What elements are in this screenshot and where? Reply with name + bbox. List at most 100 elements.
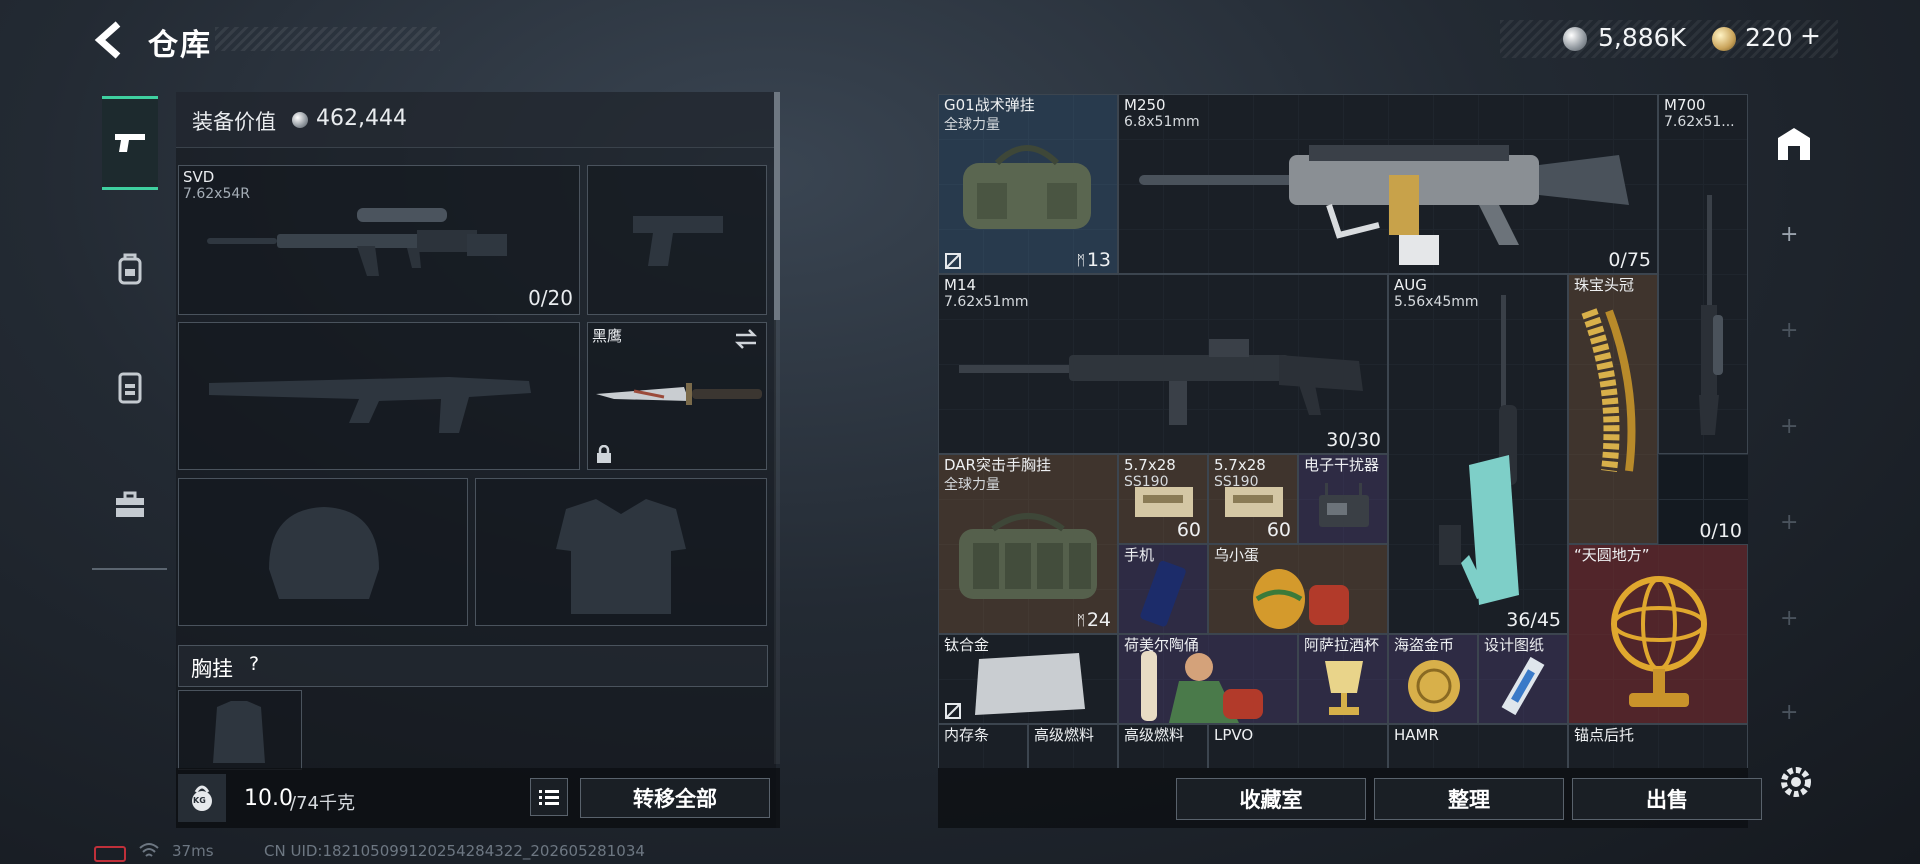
warehouse-icon[interactable] <box>1774 124 1814 164</box>
stash-item-crown[interactable]: 珠宝头冠 <box>1568 274 1658 544</box>
tab-safebox[interactable] <box>102 458 158 552</box>
jammer-icon <box>1319 483 1369 527</box>
stash-item-ammo-1[interactable]: 5.7x28 SS190 60 <box>1118 454 1208 544</box>
item-name: M250 <box>1124 96 1166 114</box>
tab-weapons[interactable] <box>102 96 158 190</box>
armor-slot[interactable] <box>475 478 767 626</box>
page-slot-icon[interactable]: + <box>1780 318 1798 343</box>
armor-placeholder-icon <box>556 499 686 614</box>
silver-coin-icon <box>292 112 308 128</box>
add-page-button[interactable]: + <box>1780 222 1798 247</box>
back-arrow-icon[interactable] <box>92 20 126 60</box>
backpack-icon <box>118 253 142 285</box>
item-name: HAMR <box>1394 726 1439 744</box>
weight-icon: KG <box>178 774 226 822</box>
item-count: 60 <box>1176 519 1201 541</box>
item-name: 锚点后托 <box>1574 726 1635 744</box>
item-name: 海盗金币 <box>1394 636 1455 654</box>
ammo-box-icon <box>1225 487 1283 517</box>
item-name: 高级燃料 <box>1124 726 1185 744</box>
helmet-placeholder-icon <box>269 507 379 599</box>
lock-icon <box>597 445 611 463</box>
stash-item-egg[interactable]: 乌小蛋 <box>1208 544 1388 634</box>
titanium-plate-icon <box>975 653 1085 715</box>
stash-item-coin[interactable]: 海盗金币 <box>1388 634 1478 724</box>
item-count: 30/30 <box>1326 429 1381 451</box>
silver-amount: 5,886K <box>1598 23 1686 52</box>
briefcase-icon <box>116 491 144 517</box>
tab-backpack[interactable] <box>102 222 158 316</box>
primary-weapon-slot[interactable]: SVD 7.62x54R 0/20 <box>178 165 580 315</box>
stash-item-aug[interactable]: AUG 5.56x45mm 36/45 <box>1388 274 1568 634</box>
stash-item-dar[interactable]: DAR突击手胸挂 全球力量 ᛗ 24 <box>938 454 1118 634</box>
stash-item-m700[interactable]: M700 7.62x51... <box>1658 94 1748 454</box>
ammo-box-icon <box>1135 487 1193 517</box>
stash-item-lpvo[interactable]: LPVO <box>1208 724 1388 768</box>
ping-text: 37ms <box>172 842 214 860</box>
swap-icon[interactable] <box>734 329 758 349</box>
silver-coin-icon <box>1563 27 1587 51</box>
stash-item-mount[interactable]: 锚点后托 <box>1568 724 1748 768</box>
stash-item-armillary[interactable]: “天圆地方” <box>1568 544 1748 724</box>
battery-icon <box>94 846 126 862</box>
weight-current: 10.0 <box>244 786 293 811</box>
vest-icon <box>118 372 142 404</box>
pistol-icon <box>115 134 145 152</box>
aug-rifle-icon <box>1439 295 1519 605</box>
item-count: 36/45 <box>1506 609 1561 631</box>
stash-item-m250[interactable]: M250 6.8x51mm 0/75 <box>1118 94 1658 274</box>
gold-coin-icon <box>1408 660 1460 712</box>
equipment-value-label: 装备价值 <box>192 110 276 134</box>
list-icon <box>539 790 559 805</box>
stash-item-g01[interactable]: G01战术弹挂 全球力量 ᛗ 13 <box>938 94 1118 274</box>
chest-rig-slot[interactable] <box>178 690 302 770</box>
stack-icon: ᛗ <box>1076 253 1085 269</box>
stash-grid[interactable]: G01战术弹挂 全球力量 ᛗ 13 M250 6.8x51mm 0/75 M70 <box>938 94 1748 768</box>
blueprint-icon <box>1501 657 1545 715</box>
item-name: G01战术弹挂 <box>944 96 1035 114</box>
collection-room-button[interactable]: 收藏室 <box>1176 778 1366 820</box>
stash-item-fuel-2[interactable]: 高级燃料 <box>1118 724 1208 768</box>
item-sub: 7.62x51... <box>1664 114 1735 130</box>
stash-item-ram[interactable]: 内存条 <box>938 724 1028 768</box>
secondary-weapon-slot[interactable] <box>178 322 580 470</box>
add-currency-button[interactable]: + <box>1800 21 1821 50</box>
gold-amount: 220 <box>1745 23 1793 52</box>
stack-icon: ᛗ <box>1076 613 1085 629</box>
helmet-slot[interactable] <box>178 478 468 626</box>
gear-icon[interactable] <box>1774 760 1818 804</box>
m700-overflow: 0/10 <box>1658 454 1748 544</box>
transfer-all-button[interactable]: 转移全部 <box>580 778 770 818</box>
stash-item-ammo-2[interactable]: 5.7x28 SS190 60 <box>1208 454 1298 544</box>
tab-chest-rig[interactable] <box>102 340 158 434</box>
melee-name: 黑鹰 <box>592 327 623 345</box>
stash-item-fuel-1[interactable]: 高级燃料 <box>1028 724 1118 768</box>
sort-button[interactable]: 整理 <box>1374 778 1564 820</box>
knife-icon <box>596 383 762 405</box>
page-slot-icon[interactable]: + <box>1780 700 1798 725</box>
item-name: “天圆地方” <box>1574 546 1650 564</box>
help-icon[interactable]: ? <box>249 653 259 675</box>
item-name: 内存条 <box>944 726 990 744</box>
item-sub: 全球力量 <box>944 477 1000 493</box>
stash-item-cup[interactable]: 阿萨拉酒杯 <box>1298 634 1388 724</box>
uid-text: CN UID:1821050991202542843​22_2026052810… <box>264 842 645 860</box>
melee-slot[interactable]: 黑鹰 <box>587 322 767 470</box>
page-slot-icon[interactable]: + <box>1780 510 1798 535</box>
item-name: 电子干扰器 <box>1304 456 1380 474</box>
stash-item-jammer[interactable]: 电子干扰器 <box>1298 454 1388 544</box>
pistol-slot[interactable] <box>587 165 767 315</box>
page-slot-icon[interactable]: + <box>1780 414 1798 439</box>
stash-item-titanium[interactable]: 钛合金 <box>938 634 1118 724</box>
equipment-scroll-thumb[interactable] <box>774 92 780 320</box>
list-view-button[interactable] <box>530 778 568 816</box>
stash-item-figurine[interactable]: 荷美尔陶俑 <box>1118 634 1298 724</box>
kg-badge: KG <box>193 796 206 805</box>
crown-icon <box>1581 308 1636 472</box>
stash-item-blueprint[interactable]: 设计图纸 <box>1478 634 1568 724</box>
stash-item-hamr[interactable]: HAMR <box>1388 724 1568 768</box>
stash-item-phone[interactable]: 手机 <box>1118 544 1208 634</box>
stash-item-m14[interactable]: M14 7.62x51mm 30/30 <box>938 274 1388 454</box>
page-slot-icon[interactable]: + <box>1780 606 1798 631</box>
sell-button[interactable]: 出售 <box>1572 778 1762 820</box>
